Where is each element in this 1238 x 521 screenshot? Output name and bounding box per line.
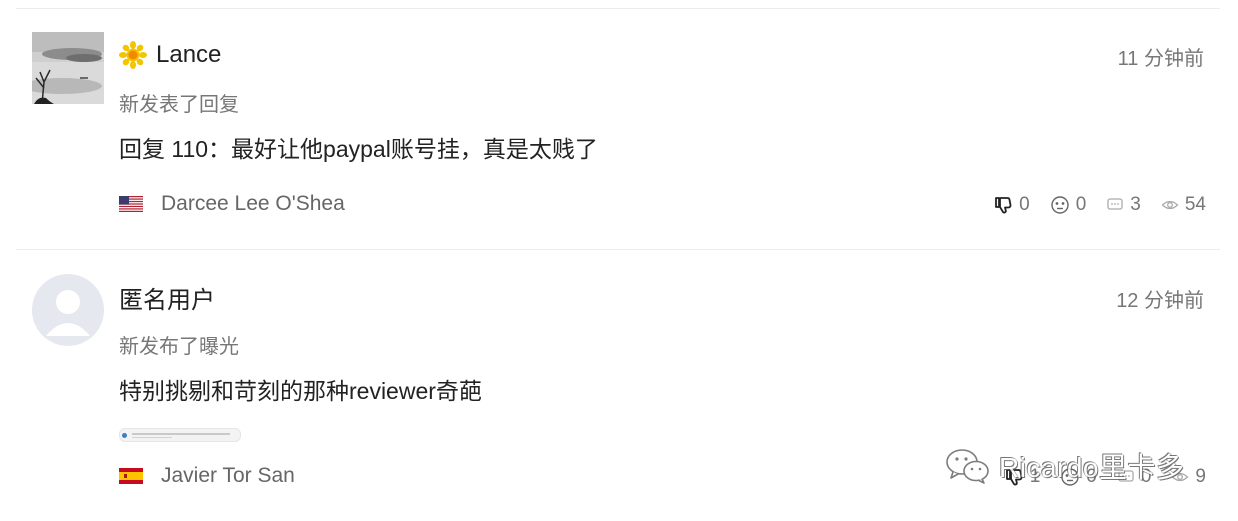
attachment-dot	[122, 433, 127, 438]
author-name[interactable]: Javier Tor San	[161, 464, 295, 488]
face-icon	[1061, 468, 1079, 486]
feed-item: 匿名用户 12 分钟前 新发布了曝光 特别挑剔和苛刻的那种reviewer奇葩 …	[0, 272, 1238, 521]
comment-icon	[1118, 470, 1134, 482]
comment-count: 0	[1140, 466, 1152, 487]
sun-badge-icon	[119, 41, 147, 69]
item-divider	[16, 249, 1220, 250]
reaction-button[interactable]: 0	[1060, 466, 1097, 488]
reaction-count: 0	[1075, 194, 1087, 215]
attachment-text-line	[132, 437, 172, 438]
post-stats: 1 0 0 9	[1004, 466, 1206, 488]
username-row: Lance	[119, 38, 221, 72]
dislike-count: 0	[1019, 194, 1030, 215]
us-flag-icon	[119, 196, 143, 212]
dislike-button[interactable]: 1	[1004, 466, 1041, 488]
author-row: Darcee Lee O'Shea	[119, 192, 345, 216]
views-stat: 9	[1171, 466, 1206, 488]
default-user-avatar-icon	[32, 274, 104, 346]
view-count: 54	[1184, 194, 1206, 215]
feed-item: Lance 11 分钟前 新发表了回复 回复 110：最好让他paypal账号挂…	[0, 30, 1238, 230]
activity-action: 新发布了曝光	[119, 336, 239, 358]
comment-icon	[1107, 198, 1123, 210]
post-stats: 0 0 3 54	[993, 194, 1206, 216]
timestamp: 12 分钟前	[1116, 290, 1204, 312]
timestamp: 11 分钟前	[1117, 48, 1204, 70]
face-icon	[1051, 196, 1069, 214]
comment-count: 3	[1130, 194, 1141, 215]
thumbs-down-icon	[1005, 469, 1023, 486]
spain-flag-icon	[119, 468, 143, 484]
author-row: Javier Tor San	[119, 464, 295, 488]
author-name[interactable]: Darcee Lee O'Shea	[161, 192, 345, 216]
attachment-text-line	[132, 433, 230, 435]
reaction-button[interactable]: 0	[1050, 194, 1087, 216]
eye-icon	[1171, 472, 1189, 482]
view-count: 9	[1195, 466, 1206, 487]
dislike-count: 1	[1029, 466, 1041, 487]
landscape-avatar-image	[32, 32, 104, 104]
comment-button[interactable]: 0	[1117, 466, 1152, 488]
username[interactable]: Lance	[156, 41, 221, 69]
top-divider	[16, 8, 1220, 9]
username[interactable]: 匿名用户	[119, 280, 215, 315]
avatar[interactable]	[32, 32, 104, 104]
attachment-preview[interactable]	[119, 428, 241, 442]
username-row: 匿名用户	[119, 280, 215, 314]
post-content[interactable]: 回复 110：最好让他paypal账号挂，真是太贱了	[119, 130, 598, 164]
activity-feed: Lance 11 分钟前 新发表了回复 回复 110：最好让他paypal账号挂…	[0, 0, 1238, 521]
views-stat: 54	[1161, 194, 1206, 216]
thumbs-down-icon	[995, 197, 1012, 214]
eye-icon	[1161, 200, 1179, 210]
activity-action: 新发表了回复	[119, 94, 239, 116]
comment-button[interactable]: 3	[1106, 194, 1141, 216]
avatar[interactable]	[32, 274, 104, 346]
reaction-count: 0	[1086, 466, 1097, 487]
dislike-button[interactable]: 0	[993, 194, 1030, 216]
post-content[interactable]: 特别挑剔和苛刻的那种reviewer奇葩	[119, 372, 482, 406]
